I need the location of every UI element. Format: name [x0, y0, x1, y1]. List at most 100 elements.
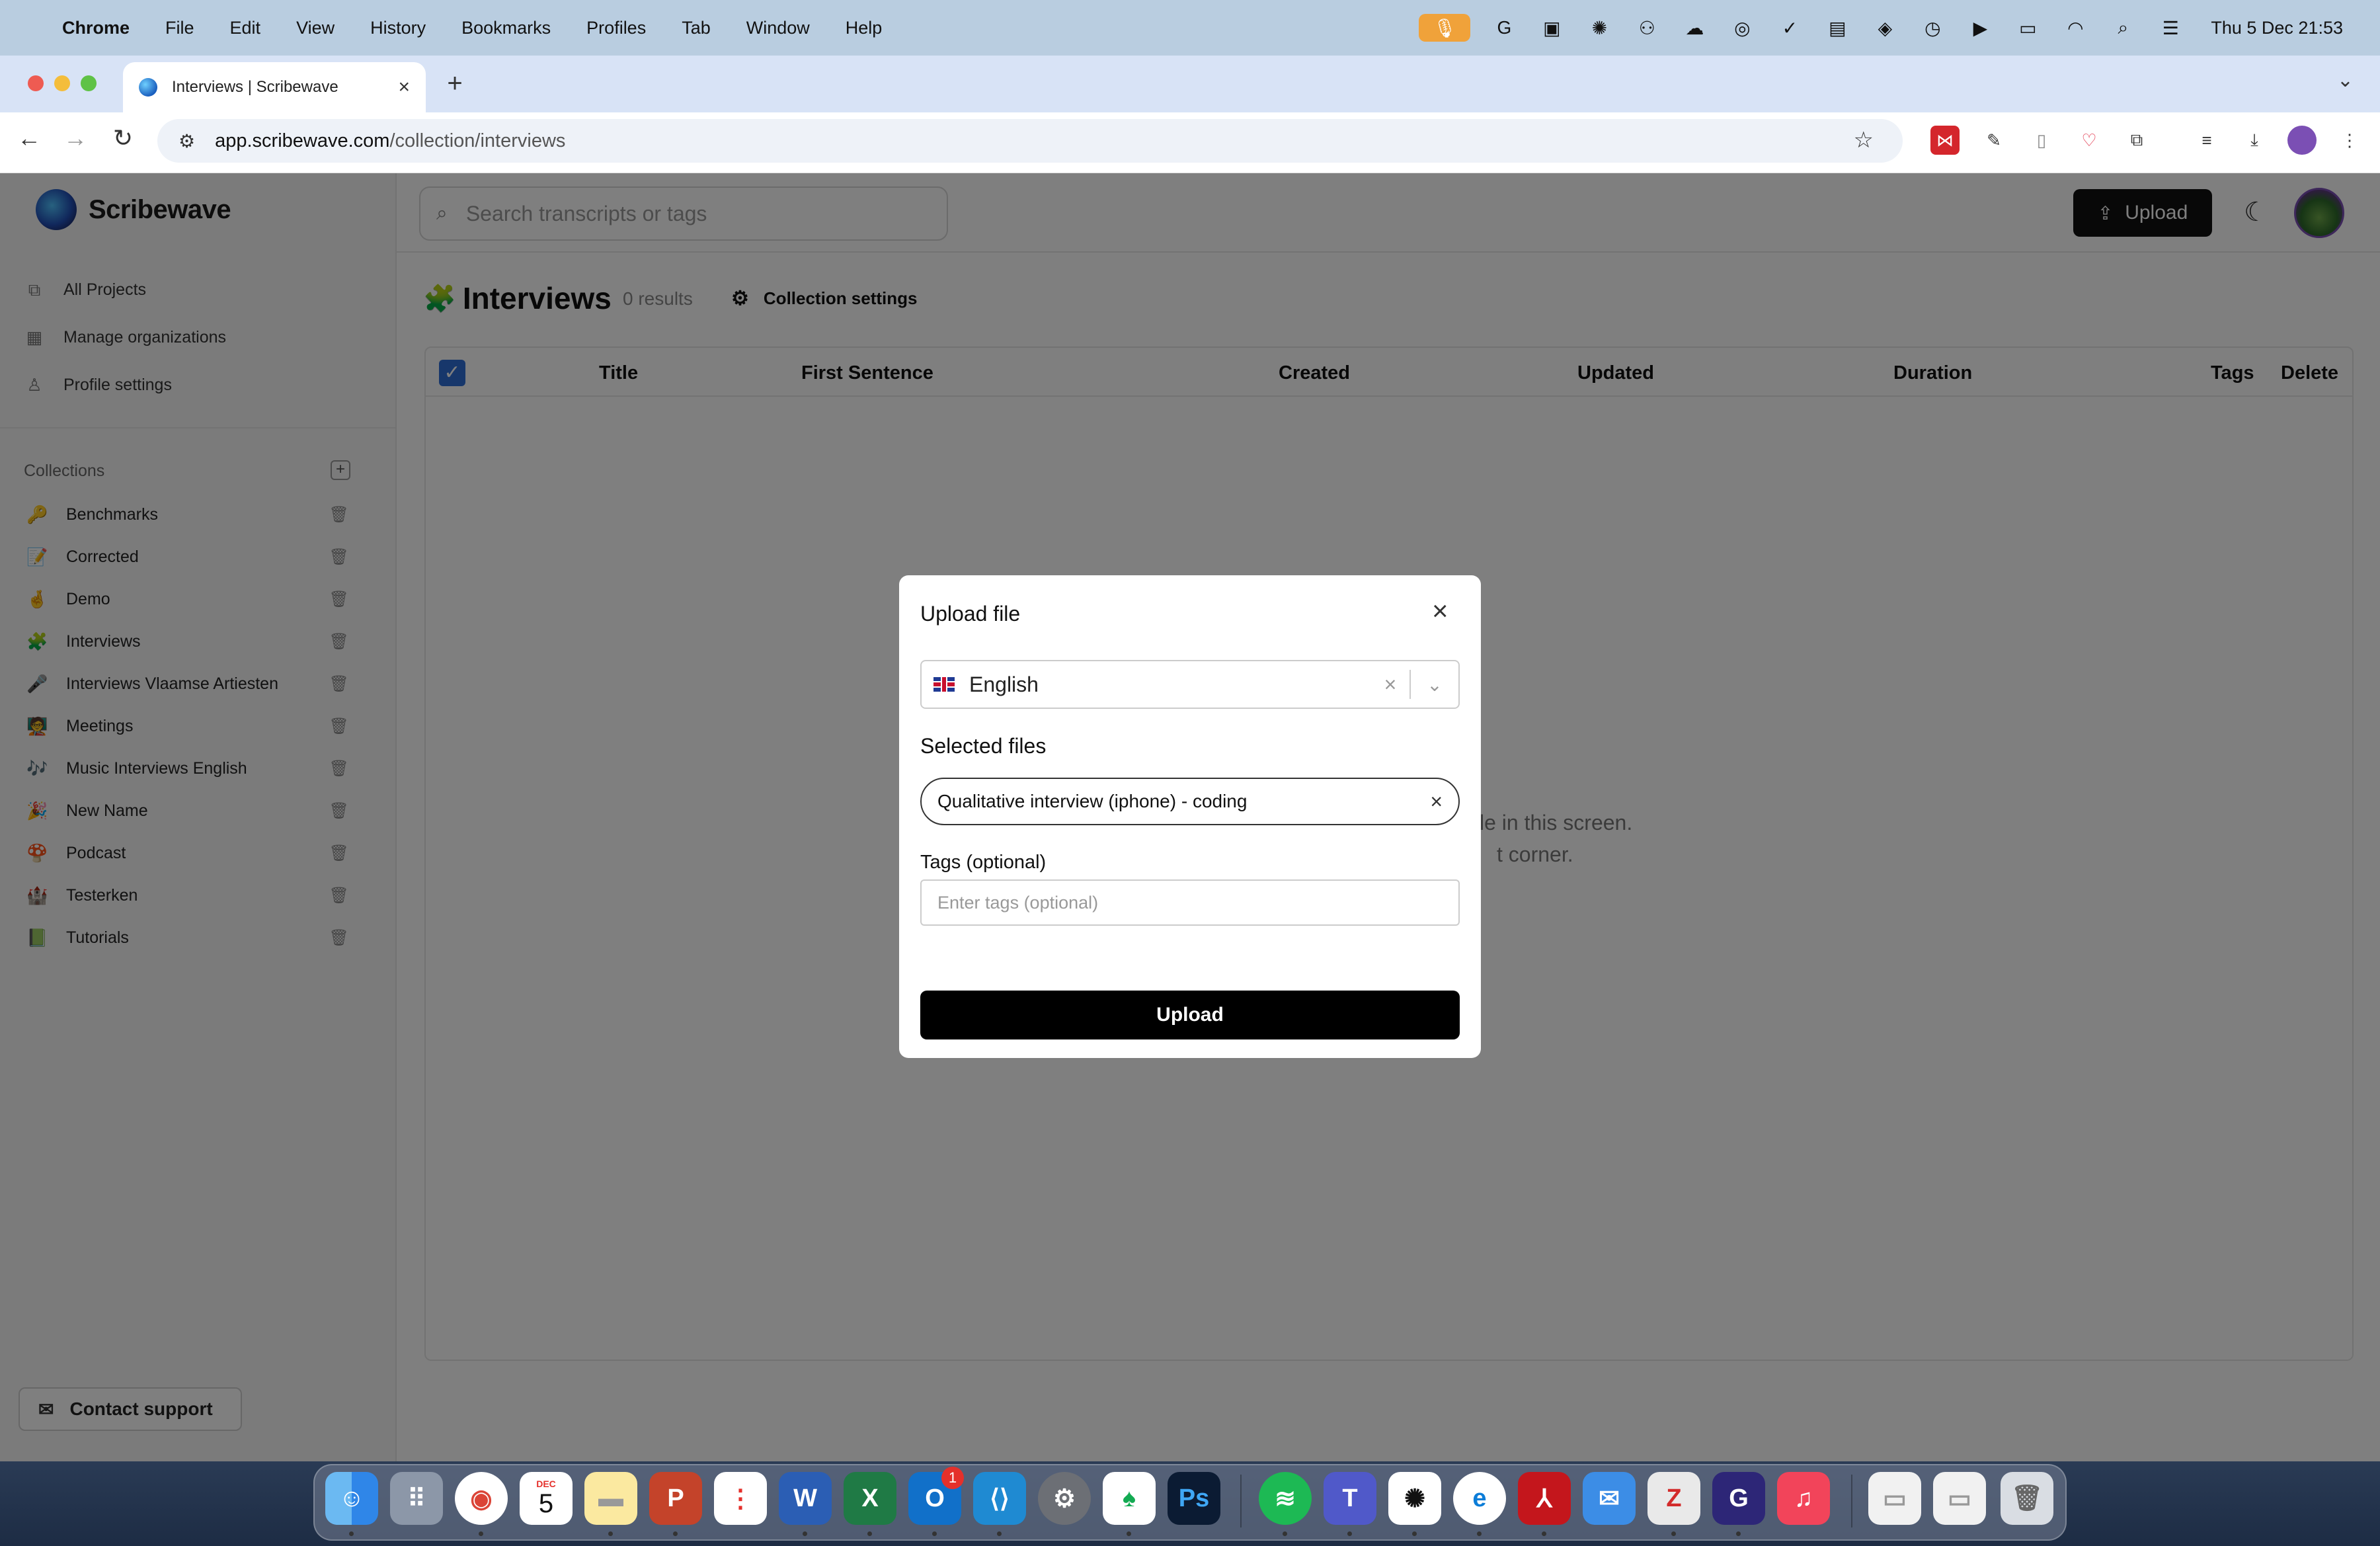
battery-icon[interactable]: ▭	[2014, 14, 2042, 42]
teams-icon[interactable]: T	[1324, 1472, 1376, 1525]
tags-input[interactable]	[920, 879, 1460, 926]
menubar-clock[interactable]: Thu 5 Dec 21:53	[2211, 18, 2343, 38]
gephi-icon[interactable]: G	[1712, 1472, 1765, 1525]
address-bar[interactable]: ⚙ app.scribewave.com/collection/intervie…	[157, 119, 1903, 163]
reload-icon[interactable]: ↻	[107, 124, 139, 152]
modal-title: Upload file	[920, 602, 1021, 626]
system-settings-icon[interactable]: ⚙	[1038, 1472, 1091, 1525]
window-close-button[interactable]	[28, 75, 44, 91]
music-icon[interactable]: ♫	[1777, 1472, 1830, 1525]
edge-icon[interactable]: e	[1453, 1472, 1506, 1525]
menu-edit[interactable]: Edit	[230, 18, 261, 38]
window-minimize-button[interactable]	[54, 75, 70, 91]
vscode-icon[interactable]: ⟨⟩	[973, 1472, 1026, 1525]
mongodb-icon[interactable]: ♠	[1103, 1472, 1156, 1525]
calendar-day: 5	[538, 1488, 554, 1518]
menu-window[interactable]: Window	[746, 18, 810, 38]
chatgpt-icon[interactable]: ✺	[1388, 1472, 1441, 1525]
mail-icon[interactable]: ✉	[1583, 1472, 1636, 1525]
grammarly-icon[interactable]: G	[1490, 14, 1518, 42]
trash-bin-icon[interactable]: 🗑	[2001, 1472, 2053, 1525]
teams-status-icon[interactable]: ⚇	[1633, 14, 1661, 42]
outlook-badge: 1	[941, 1467, 964, 1489]
chrome-icon[interactable]: ◉	[455, 1472, 508, 1525]
uk-flag-icon	[933, 677, 955, 692]
wifi-icon[interactable]: ◠	[2061, 14, 2089, 42]
clipboard-icon[interactable]: ▤	[1823, 14, 1851, 42]
excel-icon[interactable]: X	[844, 1472, 896, 1525]
microphone-icon[interactable]: 🎙	[1419, 14, 1471, 42]
finder-icon[interactable]: ☺	[325, 1472, 378, 1525]
menu-tab[interactable]: Tab	[682, 18, 711, 38]
menu-bookmarks[interactable]: Bookmarks	[461, 18, 551, 38]
extensions-puzzle-icon[interactable]: ⧉	[2122, 126, 2151, 155]
browser-tab-active[interactable]: Interviews | Scribewave ×	[123, 62, 426, 112]
running-indicator	[1671, 1531, 1676, 1536]
creative-cloud-icon[interactable]: ◎	[1728, 14, 1756, 42]
spotify-icon[interactable]: ≋	[1259, 1472, 1312, 1525]
remove-file-icon[interactable]: ×	[1430, 790, 1443, 814]
bookmark-star-icon[interactable]: ☆	[1854, 127, 1874, 153]
chrome-menu-icon[interactable]: ⋮	[2335, 126, 2364, 155]
running-indicator	[479, 1531, 483, 1536]
mac-menubar: Chrome File Edit View History Bookmarks …	[0, 0, 2380, 56]
url-text[interactable]: app.scribewave.com/collection/interviews	[215, 130, 565, 152]
tab-title: Interviews | Scribewave	[172, 78, 338, 96]
media-controls-icon[interactable]: ≡	[2192, 126, 2221, 155]
downloads-icon[interactable]: ⤓	[2240, 126, 2269, 155]
running-indicator	[803, 1531, 807, 1536]
document-extension-icon[interactable]: ▯	[2027, 126, 2056, 155]
language-select[interactable]: English × ⌄	[920, 660, 1460, 709]
running-indicator	[1412, 1531, 1417, 1536]
reminders-icon[interactable]: ⋮	[714, 1472, 767, 1525]
recent-window-thumbnail[interactable]: ▭	[1868, 1472, 1921, 1525]
running-indicator	[1477, 1531, 1482, 1536]
clear-language-icon[interactable]: ×	[1371, 672, 1409, 697]
menu-file[interactable]: File	[165, 18, 194, 38]
tab-close-icon[interactable]: ×	[398, 76, 410, 99]
running-indicator	[867, 1531, 872, 1536]
modal-upload-label: Upload	[1156, 1004, 1224, 1026]
chatgpt-status-icon[interactable]: ✺	[1585, 14, 1613, 42]
back-arrow-icon[interactable]: ←	[13, 124, 45, 152]
mendeley-extension-icon[interactable]: ⋈	[1930, 126, 1960, 155]
play-circle-icon[interactable]: ▶	[1966, 14, 1994, 42]
new-tab-button[interactable]: +	[442, 69, 468, 99]
word-icon[interactable]: W	[779, 1472, 832, 1525]
close-icon[interactable]: ×	[1432, 595, 1448, 627]
tab-search-chevron-icon[interactable]: ⌄	[2337, 69, 2354, 92]
menu-history[interactable]: History	[370, 18, 426, 38]
window-zoom-button[interactable]	[81, 75, 97, 91]
language-value: English	[969, 672, 1039, 696]
status-icons: 🎙 G ▣ ✺ ⚇ ☁ ◎ ✓ ▤ ◈ ◷ ▶ ▭ ◠ ⌕ ☰ Thu 5 De…	[1419, 0, 2343, 56]
calendar-icon[interactable]: DEC 5	[520, 1472, 573, 1525]
cloud-icon[interactable]: ☁	[1681, 14, 1708, 42]
launchpad-icon[interactable]: ⠿	[390, 1472, 443, 1525]
dock-separator	[1240, 1475, 1242, 1527]
running-indicator	[1736, 1531, 1741, 1536]
chevron-down-icon[interactable]: ⌄	[1411, 674, 1458, 696]
menu-app-name[interactable]: Chrome	[62, 18, 130, 38]
pen-extension-icon[interactable]: ✎	[1979, 126, 2008, 155]
zotero-icon[interactable]: Z	[1647, 1472, 1700, 1525]
checkmark-circle-icon[interactable]: ✓	[1776, 14, 1804, 42]
pocket-extension-icon[interactable]: ♡	[2075, 126, 2104, 155]
layers-icon[interactable]: ◈	[1871, 14, 1899, 42]
menu-profiles[interactable]: Profiles	[586, 18, 646, 38]
profile-avatar-small[interactable]	[2287, 126, 2317, 155]
recent-window-thumbnail[interactable]: ▭	[1933, 1472, 1986, 1525]
modal-upload-button[interactable]: Upload	[920, 991, 1460, 1039]
forward-arrow-icon[interactable]: →	[60, 124, 91, 152]
photoshop-icon[interactable]: Ps	[1168, 1472, 1220, 1525]
outlook-status-icon[interactable]: ▣	[1538, 14, 1566, 42]
acrobat-icon[interactable]: ⅄	[1518, 1472, 1571, 1525]
control-center-icon[interactable]: ☰	[2157, 14, 2184, 42]
menu-help[interactable]: Help	[846, 18, 883, 38]
spotlight-search-icon[interactable]: ⌕	[2109, 14, 2137, 42]
menu-view[interactable]: View	[296, 18, 335, 38]
powerpoint-icon[interactable]: P	[649, 1472, 702, 1525]
notes-icon[interactable]: ▬	[584, 1472, 637, 1525]
site-info-icon[interactable]: ⚙	[178, 130, 195, 152]
scribewave-favicon-icon	[139, 78, 157, 97]
time-machine-icon[interactable]: ◷	[1919, 14, 1946, 42]
